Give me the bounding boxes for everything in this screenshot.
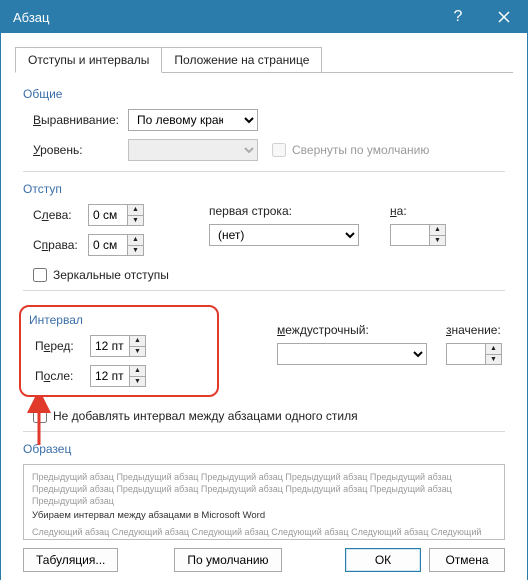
level-label: Уровень: xyxy=(33,143,128,157)
help-button[interactable]: ? xyxy=(435,1,481,33)
tab-indents[interactable]: Отступы и интервалы xyxy=(15,47,162,73)
tab-content: Общие Выравнивание: По левому краю Урове… xyxy=(15,73,513,540)
collapsed-checkbox-wrap: Свернуты по умолчанию xyxy=(272,143,429,157)
default-button[interactable]: По умолчанию xyxy=(174,548,281,572)
group-preview-label: Образец xyxy=(23,442,505,456)
on-spinner[interactable]: ▲▼ xyxy=(390,224,446,246)
after-input[interactable] xyxy=(91,366,129,386)
divider-1 xyxy=(23,171,505,172)
left-spinner[interactable]: ▲▼ xyxy=(88,204,144,226)
spin-down-icon[interactable]: ▼ xyxy=(486,354,501,365)
divider-2 xyxy=(23,290,505,291)
preview-next: Следующий абзац Следующий абзац Следующи… xyxy=(32,526,496,540)
before-input[interactable] xyxy=(91,336,129,356)
row-left: Слева: ▲▼ xyxy=(33,204,203,226)
line-label: междустрочный: xyxy=(277,323,432,337)
row-before: Перед: ▲▼ xyxy=(29,335,209,357)
before-label: Перед: xyxy=(35,339,90,353)
preview-sample: Убираем интервал между абзацами в Micros… xyxy=(32,510,496,523)
spin-up-icon[interactable]: ▲ xyxy=(130,336,145,346)
tab-strip: Отступы и интервалы Положение на страниц… xyxy=(15,47,513,73)
spin-down-icon[interactable]: ▼ xyxy=(130,346,145,357)
dialog-footer: Табуляция... По умолчанию ОК Отмена xyxy=(15,548,513,572)
line-select[interactable] xyxy=(277,343,427,365)
row-level: Уровень: Свернуты по умолчанию xyxy=(23,139,505,161)
left-input[interactable] xyxy=(89,205,127,225)
spin-up-icon[interactable]: ▲ xyxy=(128,205,143,215)
preview-prev: Предыдущий абзац Предыдущий абзац Предыд… xyxy=(32,471,496,507)
mirror-checkbox[interactable] xyxy=(33,268,47,282)
before-spinner[interactable]: ▲▼ xyxy=(90,335,146,357)
spin-up-icon[interactable]: ▲ xyxy=(486,344,501,354)
titlebar: Абзац ? xyxy=(1,1,527,33)
at-spinner[interactable]: ▲▼ xyxy=(446,343,502,365)
spin-down-icon[interactable]: ▼ xyxy=(128,215,143,226)
cancel-button[interactable]: Отмена xyxy=(429,548,505,572)
highlight-box: Интервал Перед: ▲▼ После: ▲▼ xyxy=(19,305,219,397)
row-after: После: ▲▼ xyxy=(29,365,209,387)
dialog-body: Отступы и интервалы Положение на страниц… xyxy=(1,33,527,584)
close-icon xyxy=(498,11,510,23)
tab-position[interactable]: Положение на странице xyxy=(161,47,322,73)
firstline-select[interactable]: (нет) xyxy=(209,224,359,246)
level-select xyxy=(128,139,258,161)
after-spinner[interactable]: ▲▼ xyxy=(90,365,146,387)
at-label: значение: xyxy=(446,323,502,337)
after-label: После: xyxy=(35,369,90,383)
tabs-button[interactable]: Табуляция... xyxy=(23,548,118,572)
group-indent-label: Отступ xyxy=(23,182,505,196)
collapsed-checkbox xyxy=(272,143,286,157)
spin-down-icon[interactable]: ▼ xyxy=(128,245,143,256)
right-label: Справа: xyxy=(33,238,88,252)
nosame-checkbox-wrap[interactable]: Не добавлять интервал между абзацами одн… xyxy=(33,409,358,423)
alignment-select[interactable]: По левому краю xyxy=(128,109,258,131)
collapsed-label: Свернуты по умолчанию xyxy=(292,143,429,157)
nosame-checkbox[interactable] xyxy=(33,409,47,423)
firstline-label: первая строка: xyxy=(209,204,384,218)
right-input[interactable] xyxy=(89,235,127,255)
on-label: на: xyxy=(390,204,505,218)
mirror-label: Зеркальные отступы xyxy=(53,268,169,282)
group-general-label: Общие xyxy=(23,87,505,101)
preview-box: Предыдущий абзац Предыдущий абзац Предыд… xyxy=(23,464,505,540)
dialog-title: Абзац xyxy=(13,10,435,25)
alignment-label: Выравнивание: xyxy=(33,113,128,127)
nosame-label: Не добавлять интервал между абзацами одн… xyxy=(53,409,358,423)
spin-down-icon[interactable]: ▼ xyxy=(130,376,145,387)
spin-down-icon[interactable]: ▼ xyxy=(430,235,445,246)
spin-up-icon[interactable]: ▲ xyxy=(130,366,145,376)
at-input[interactable] xyxy=(447,344,485,364)
dialog-paragraph: Абзац ? Отступы и интервалы Положение на… xyxy=(0,0,528,580)
divider-3 xyxy=(23,431,505,432)
spin-up-icon[interactable]: ▲ xyxy=(430,225,445,235)
right-spinner[interactable]: ▲▼ xyxy=(88,234,144,256)
group-spacing-label: Интервал xyxy=(29,313,209,327)
ok-button[interactable]: ОК xyxy=(345,548,421,572)
left-label: Слева: xyxy=(33,208,88,222)
on-input[interactable] xyxy=(391,225,429,245)
close-button[interactable] xyxy=(481,1,527,33)
row-alignment: Выравнивание: По левому краю xyxy=(23,109,505,131)
row-right: Справа: ▲▼ xyxy=(33,234,203,256)
mirror-checkbox-wrap[interactable]: Зеркальные отступы xyxy=(33,268,169,282)
spin-up-icon[interactable]: ▲ xyxy=(128,235,143,245)
